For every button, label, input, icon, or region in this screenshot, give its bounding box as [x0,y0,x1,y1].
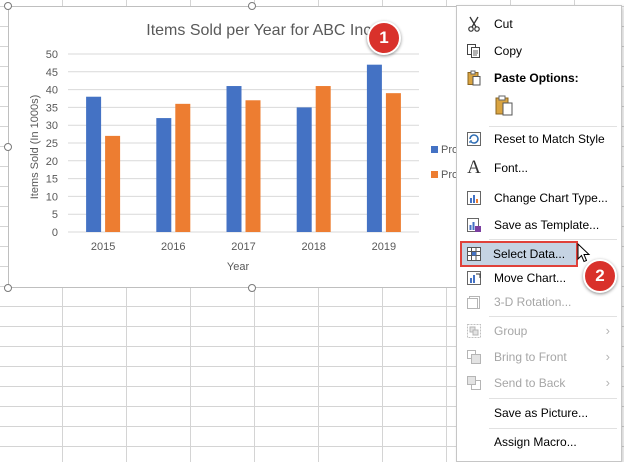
menu-item-save-as-picture[interactable]: Save as Picture... [458,401,620,425]
copy-icon [465,42,483,60]
y-tick-label: 40 [46,85,58,97]
bar-series2-2015[interactable] [105,135,121,232]
menu-item-save-template[interactable]: Save as Template... [458,213,620,237]
menu-separator [489,239,617,240]
menu-label-change-chart-type: Change Chart Type... [494,191,608,205]
paste-clipboard-icon [494,95,514,120]
x-axis-title[interactable]: Year [227,261,250,273]
bar-series2-2017[interactable] [245,100,261,232]
menu-header-paste-options: Paste Options: [458,66,620,90]
paste-option-button[interactable] [491,94,517,120]
bar-series2-2019[interactable] [385,93,401,232]
menu-label-bring-to-front: Bring to Front [494,350,567,364]
menu-item-select-data[interactable]: Select Data... [460,241,578,267]
menu-label-font: Font... [494,161,529,175]
chevron-right-icon: › [605,375,610,390]
bar-series1-2015[interactable] [86,96,102,232]
menu-label-copy: Copy [494,44,523,58]
menu-item-font[interactable]: A Font... [458,156,620,180]
y-tick-label: 10 [46,191,58,203]
x-tick-label: 2015 [91,241,115,253]
y-tick-label: 45 [46,67,58,79]
menu-label-save-template: Save as Template... [494,218,600,232]
menu-separator [489,428,617,429]
paste-icon [465,69,483,87]
chart-title[interactable]: Items Sold per Year for ABC Inc. [146,22,375,39]
bar-series1-2017[interactable] [226,86,242,232]
y-tick-label: 35 [46,102,58,114]
x-tick-label: 2019 [372,241,396,253]
chevron-right-icon: › [605,349,610,364]
bar-series2-2018[interactable] [315,86,331,232]
reset-style-icon [465,130,483,148]
x-tick-label: 2018 [301,241,325,253]
chart-area[interactable]: Items Sold per Year for ABC Inc. Items S… [8,6,500,288]
menu-item-group[interactable]: Group › [458,319,620,343]
menu-item-move-chart[interactable]: Move Chart... [458,266,620,290]
menu-separator [489,398,617,399]
menu-label-3d-rotation: 3-D Rotation... [494,295,572,309]
save-template-icon [465,216,483,234]
x-tick-label: 2016 [161,241,185,253]
bar-series1-2019[interactable] [366,64,382,233]
resize-handle-bottom-middle[interactable] [248,284,256,292]
bar-series2-2016[interactable] [175,103,191,232]
menu-item-reset-style[interactable]: Reset to Match Style [458,127,620,151]
y-tick-label: 25 [46,138,58,150]
resize-handle-middle-left[interactable] [4,143,12,151]
menu-item-bring-to-front[interactable]: Bring to Front › [458,345,620,369]
rotation-icon [465,293,483,311]
y-tick-label: 0 [52,227,58,239]
menu-label-assign-macro: Assign Macro... [494,435,577,449]
chevron-right-icon: › [605,323,610,338]
resize-handle-top-left[interactable] [4,2,12,10]
x-tick-label: 2017 [231,241,255,253]
bring-to-front-icon [465,348,483,366]
menu-item-cut[interactable]: Cut [458,12,620,36]
menu-label-reset-style: Reset to Match Style [494,132,605,146]
callout-badge-1: 1 [367,21,401,55]
menu-item-change-chart-type[interactable]: Change Chart Type... [458,186,620,210]
resize-handle-top-middle[interactable] [248,2,256,10]
menu-item-copy[interactable]: Copy [458,39,620,63]
y-tick-label: 20 [46,156,58,168]
legend-swatch [431,146,438,153]
bar-chart[interactable]: Items Sold per Year for ABC Inc. Items S… [9,7,499,287]
context-menu: Cut Copy Paste Options: Reset to Match S… [456,5,622,462]
bar-series1-2018[interactable] [296,107,312,232]
font-icon: A [467,157,481,178]
group-icon [465,322,483,340]
y-axis-title[interactable]: Items Sold (In 1000s) [29,95,41,200]
y-tick-label: 30 [46,120,58,132]
send-to-back-icon [465,374,483,392]
select-data-icon [465,245,483,263]
menu-item-3d-rotation[interactable]: 3-D Rotation... [458,290,620,314]
menu-separator [489,316,617,317]
scissors-icon [465,15,483,33]
legend-swatch [431,171,438,178]
y-tick-label: 50 [46,49,58,61]
menu-label-save-as-picture: Save as Picture... [494,406,589,420]
menu-item-assign-macro[interactable]: Assign Macro... [458,430,620,454]
bar-series1-2016[interactable] [156,118,172,232]
menu-label-move-chart: Move Chart... [494,271,567,285]
menu-label-cut: Cut [494,17,513,31]
resize-handle-bottom-left[interactable] [4,284,12,292]
menu-label-group: Group [494,324,528,338]
menu-label-select-data: Select Data... [493,247,566,261]
y-tick-label: 5 [52,209,58,221]
move-chart-icon [465,269,483,287]
menu-label-send-to-back: Send to Back [494,376,566,390]
menu-label-paste-options: Paste Options: [494,71,579,85]
y-tick-label: 15 [46,174,58,186]
chart-type-icon [465,189,483,207]
menu-item-send-to-back[interactable]: Send to Back › [458,371,620,395]
